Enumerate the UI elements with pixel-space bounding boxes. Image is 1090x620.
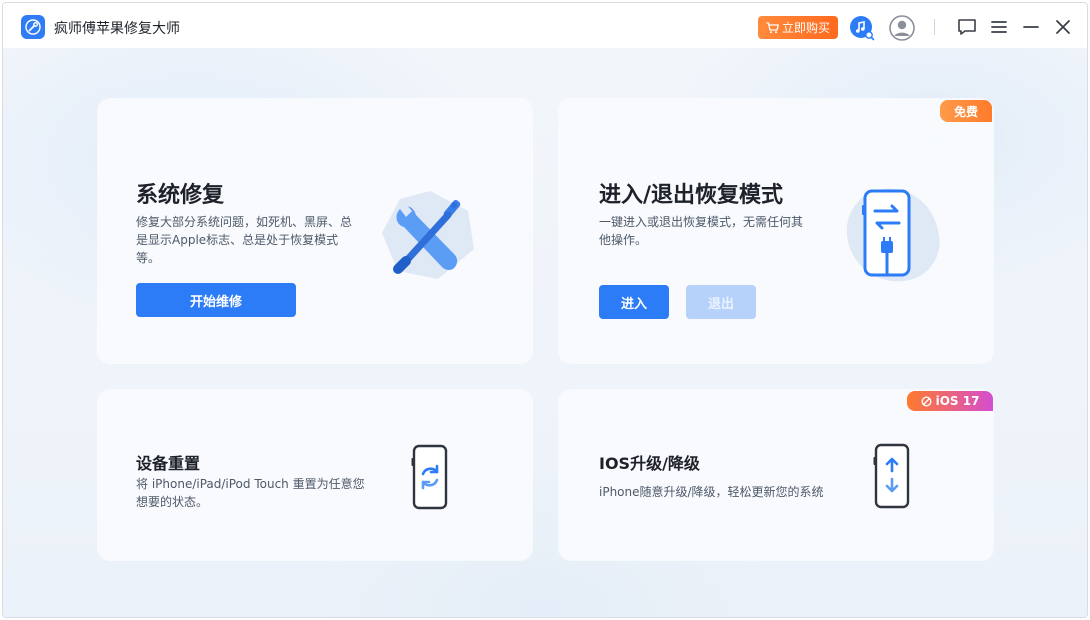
phone-reset-icon xyxy=(411,444,448,510)
music-search-icon[interactable] xyxy=(849,15,875,41)
buy-now-label: 立即购买 xyxy=(781,21,830,35)
titlebar-divider xyxy=(934,19,935,35)
buy-now-button[interactable]: 立即购买 xyxy=(758,16,838,39)
ios-upgrade-card[interactable]: IOS升级/降级 iPhone随意升级/降级，轻松更新您的系统 xyxy=(559,390,993,560)
phone-updown-icon xyxy=(873,443,910,509)
recovery-mode-title: 进入/退出恢复模式 xyxy=(599,183,784,208)
cart-icon xyxy=(766,21,779,33)
recovery-mode-desc: 一键进入或退出恢复模式，无需任何其他操作。 xyxy=(599,215,804,247)
device-reset-card[interactable]: 设备重置 将 iPhone/iPad/iPod Touch 重置为任意您想要的状… xyxy=(98,390,532,560)
ios17-badge-label: iOS 17 xyxy=(935,394,980,408)
app-title: 疯师傅苹果修复大师 xyxy=(54,21,180,37)
ios-upgrade-desc: iPhone随意升级/降级，轻松更新您的系统 xyxy=(599,485,824,499)
menu-icon[interactable] xyxy=(989,17,1009,37)
device-reset-title: 设备重置 xyxy=(136,454,201,473)
system-repair-title: 系统修复 xyxy=(136,183,225,208)
phone-transfer-icon xyxy=(846,188,940,282)
close-icon[interactable] xyxy=(1053,17,1073,37)
ios-upgrade-title: IOS升级/降级 xyxy=(599,454,700,473)
ios17-badge: iOS 17 xyxy=(907,391,993,411)
enter-recovery-button[interactable]: 进入 xyxy=(599,285,669,319)
app-window: 疯师傅苹果修复大师 立即购买 系统修复 修复大部分系统问题，如死机、黑屏、总是显… xyxy=(2,2,1088,618)
system-repair-card[interactable]: 系统修复 修复大部分系统问题，如死机、黑屏、总是显示Apple标志、总是处于恢复… xyxy=(98,99,532,363)
system-repair-desc: 修复大部分系统问题，如死机、黑屏、总是显示Apple标志、总是处于恢复模式等。 xyxy=(136,215,353,265)
feedback-icon[interactable] xyxy=(957,17,977,37)
avatar-icon[interactable] xyxy=(889,15,915,41)
exit-recovery-button[interactable]: 退出 xyxy=(686,285,756,319)
app-logo-icon xyxy=(21,15,45,39)
device-reset-desc: 将 iPhone/iPad/iPod Touch 重置为任意您想要的状态。 xyxy=(136,477,365,509)
wrench-screwdriver-icon xyxy=(382,191,474,279)
title-bar: 疯师傅苹果修复大师 立即购买 xyxy=(3,3,1087,48)
start-repair-button[interactable]: 开始维修 xyxy=(136,283,296,317)
minimize-icon[interactable] xyxy=(1021,17,1041,37)
free-badge: 免费 xyxy=(940,100,992,122)
recovery-mode-card[interactable]: 进入/退出恢复模式 一键进入或退出恢复模式，无需任何其他操作。 进入 退出 xyxy=(559,99,993,363)
no-sign-icon xyxy=(921,395,932,407)
